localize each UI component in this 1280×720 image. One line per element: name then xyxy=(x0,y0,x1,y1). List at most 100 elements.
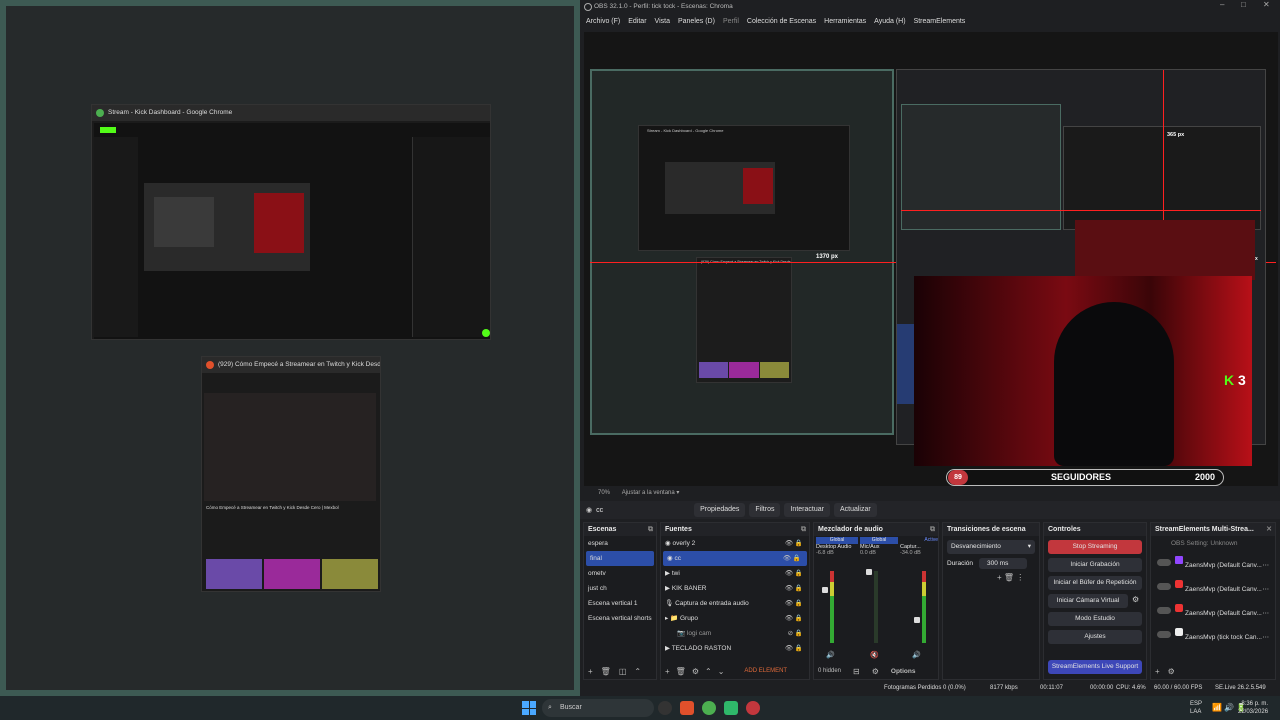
menu-ayuda[interactable]: Ayuda (H) xyxy=(874,15,905,29)
menu-coleccion-escenas[interactable]: Colección de Escenas xyxy=(747,15,816,29)
more-icon[interactable]: ⋮ xyxy=(1016,573,1024,582)
source-item-selected[interactable]: ◉ cc 👁 🔒 xyxy=(663,551,807,566)
obs-preview[interactable]: Stream - Kick Dashboard - Google Chrome … xyxy=(584,32,1278,486)
trash-icon[interactable]: 🗑 xyxy=(676,667,686,676)
speaker-icon[interactable]: 🔊 xyxy=(826,651,835,659)
multistream-item[interactable]: ZaensMvp (Default Canv... ⋯ xyxy=(1151,599,1275,623)
eye-icon[interactable]: 👁 🔒 xyxy=(785,596,803,611)
refresh-button[interactable]: Actualizar xyxy=(833,503,877,517)
source-item[interactable]: 📷 logi cam ⊘ 🔒 xyxy=(661,626,809,641)
volume-slider[interactable] xyxy=(914,617,920,623)
more-icon[interactable]: ⋯ xyxy=(1263,623,1270,647)
more-icon[interactable]: ⋯ xyxy=(1263,575,1270,599)
add-element-button[interactable]: ADD ELEMENT xyxy=(744,668,787,674)
filter-icon[interactable]: ◫ xyxy=(619,667,627,676)
eye-icon[interactable]: 👁 🔒 xyxy=(785,536,803,551)
youtube-window-thumbnail[interactable]: (929) Cómo Empecé a Streamear en Twitch … xyxy=(201,356,381,592)
multistream-item[interactable]: ZaensMvp (Default Canv... ⋯ xyxy=(1151,551,1275,575)
add-icon[interactable]: + xyxy=(997,573,1002,582)
volume-slider[interactable] xyxy=(822,587,828,593)
scene-item[interactable]: Escena vertical 1 xyxy=(584,596,656,611)
mixer-settings-icon[interactable]: ⚙ xyxy=(872,667,879,676)
toggle-switch[interactable] xyxy=(1157,559,1171,566)
source-item[interactable]: ▶ TECLADO RASTON 👁 🔒 xyxy=(661,641,809,656)
toggle-switch[interactable] xyxy=(1157,607,1171,614)
menu-perfil[interactable]: Perfil xyxy=(723,15,739,29)
add-icon[interactable]: + xyxy=(665,667,670,676)
dock-undock-icon[interactable]: ⧉ xyxy=(648,523,653,536)
menu-vista[interactable]: Vista xyxy=(655,15,670,29)
gear-icon[interactable]: ⚙ xyxy=(1132,595,1139,604)
stop-streaming-button[interactable]: Stop Streaming xyxy=(1048,540,1142,554)
start-recording-button[interactable]: Iniciar Grabación xyxy=(1048,558,1142,572)
menu-paneles[interactable]: Paneles (D) xyxy=(678,15,715,29)
taskbar-search[interactable]: ⌕ Buscar xyxy=(542,699,654,717)
trash-icon[interactable]: 🗑 xyxy=(1004,573,1014,582)
eye-icon[interactable]: 👁 🔒 xyxy=(785,611,803,626)
gear-icon[interactable]: ⚙ xyxy=(692,667,699,676)
menu-herramientas[interactable]: Herramientas xyxy=(824,15,866,29)
up-icon[interactable]: ⌃ xyxy=(705,667,712,676)
more-icon[interactable]: ⋯ xyxy=(1263,599,1270,623)
multistream-item[interactable]: ZaensMvp (Default Canv... ⋯ xyxy=(1151,575,1275,599)
eye-icon[interactable]: 👁 🔒 xyxy=(785,566,803,581)
speaker-icon[interactable]: 🔊 xyxy=(912,651,921,659)
toggle-switch[interactable] xyxy=(1157,631,1171,638)
source-item[interactable]: ▶ twi 👁 🔒 xyxy=(661,566,809,581)
menu-editar[interactable]: Editar xyxy=(628,15,646,29)
obs-taskbar-icon[interactable] xyxy=(658,701,672,715)
chrome-taskbar-icon[interactable] xyxy=(702,701,716,715)
duration-input[interactable]: 300 ms xyxy=(979,558,1028,569)
close-icon[interactable]: ✕ xyxy=(1263,0,1270,9)
dock-undock-icon[interactable]: ⧉ xyxy=(801,523,806,536)
menu-streamelements[interactable]: StreamElements xyxy=(914,15,966,29)
chevron-down-icon[interactable]: ▾ xyxy=(676,490,679,496)
mixer-layout-icon[interactable]: ⊟ xyxy=(853,667,860,676)
source-item[interactable]: ▶ KIK BANER 👁 🔒 xyxy=(661,581,809,596)
options-button[interactable]: Options xyxy=(891,668,916,675)
minimize-icon[interactable]: – xyxy=(1220,0,1224,9)
windows-start-icon[interactable] xyxy=(522,701,536,715)
maximize-icon[interactable]: □ xyxy=(1241,0,1246,9)
trash-icon[interactable]: 🗑 xyxy=(601,667,611,676)
up-icon[interactable]: ⌃ xyxy=(634,667,641,676)
add-icon[interactable]: + xyxy=(588,667,593,676)
eye-hidden-icon[interactable]: ⊘ 🔒 xyxy=(788,626,803,641)
zoom-value[interactable]: 70% xyxy=(598,490,610,496)
scene-item[interactable]: Escena vertical shorts xyxy=(584,611,656,626)
toggle-switch[interactable] xyxy=(1157,583,1171,590)
zoom-fit[interactable]: Ajustar a la ventana xyxy=(622,490,675,496)
settings-button[interactable]: Ajustes xyxy=(1048,630,1142,644)
eye-icon[interactable]: 👁 🔒 xyxy=(785,581,803,596)
virtual-camera-button[interactable]: Iniciar Cámara Virtual xyxy=(1048,594,1128,608)
live-support-button[interactable]: StreamElements Live Support xyxy=(1048,660,1142,674)
volume-slider[interactable] xyxy=(866,569,872,575)
multistream-item[interactable]: ZaensMvp (tick tock Can... ⋯ xyxy=(1151,623,1275,647)
lang-indicator[interactable]: ESP LAA xyxy=(1190,700,1202,716)
gear-icon[interactable]: ⚙ xyxy=(1168,667,1175,676)
source-item[interactable]: ▸ 📁 Grupo 👁 🔒 xyxy=(661,611,809,626)
scene-item[interactable]: ometv xyxy=(584,566,656,581)
interact-button[interactable]: Interactuar xyxy=(784,503,830,517)
speaker-muted-icon[interactable]: 🔇 xyxy=(870,651,879,659)
eye-icon[interactable]: 👁 🔒 xyxy=(783,551,801,566)
scene-item-selected[interactable]: final xyxy=(586,551,654,566)
studio-mode-button[interactable]: Modo Estudio xyxy=(1048,612,1142,626)
dock-undock-icon[interactable]: ⧉ xyxy=(930,523,935,536)
replay-buffer-button[interactable]: Iniciar el Búfer de Repetición xyxy=(1048,576,1142,590)
scene-item[interactable]: espera xyxy=(584,536,656,551)
kick-window-thumbnail[interactable]: Stream - Kick Dashboard - Google Chrome xyxy=(91,104,491,340)
more-icon[interactable]: ⋯ xyxy=(1263,551,1270,575)
close-icon[interactable]: ✕ xyxy=(1266,523,1272,536)
properties-button[interactable]: Propiedades xyxy=(694,503,746,517)
add-icon[interactable]: + xyxy=(1155,667,1160,676)
down-icon[interactable]: ⌄ xyxy=(718,667,725,676)
filters-button[interactable]: Filtros xyxy=(749,503,781,517)
source-item[interactable]: 🎙 Captura de entrada audio 👁 🔒 xyxy=(661,596,809,611)
clock[interactable]: 8:36 p. m. 22/03/2026 xyxy=(1238,700,1268,716)
source-item[interactable]: ◉ overly 2 👁 🔒 xyxy=(661,536,809,551)
app-taskbar-icon[interactable] xyxy=(724,701,738,715)
transition-select[interactable]: Desvanecimiento ▾ xyxy=(947,540,1035,554)
scene-item[interactable]: just ch xyxy=(584,581,656,596)
brave-taskbar-icon[interactable] xyxy=(680,701,694,715)
